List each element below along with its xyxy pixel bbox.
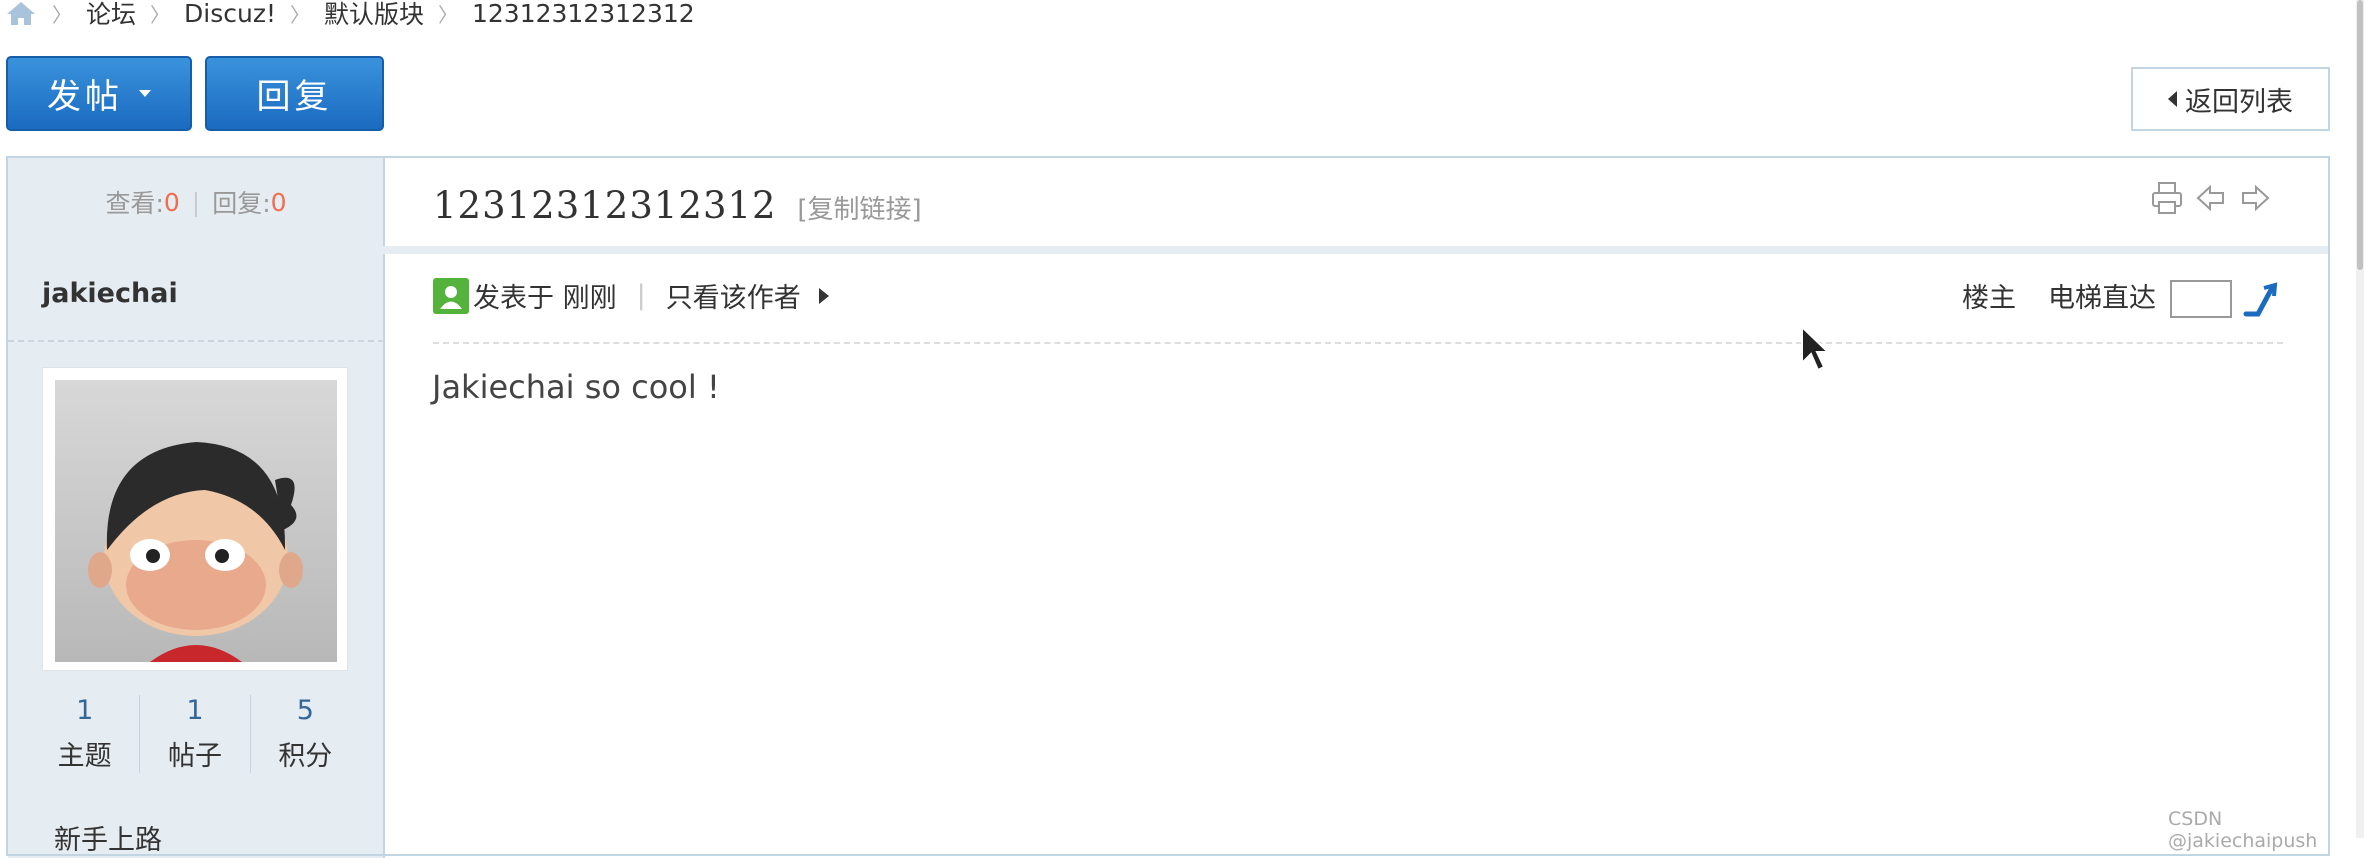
post-meta: 发表于 刚刚 | 只看该作者 bbox=[433, 276, 829, 315]
thread-title-row: 12312312312312 [复制链接] bbox=[433, 184, 922, 227]
breadcrumb-separator: 〉 bbox=[438, 2, 458, 27]
back-to-list-button[interactable]: 返回列表 bbox=[2131, 67, 2330, 131]
breadcrumb-thread[interactable]: 12312312312312 bbox=[472, 0, 695, 28]
thread-tools bbox=[2150, 180, 2272, 216]
print-icon[interactable] bbox=[2150, 180, 2184, 216]
mouse-cursor-icon bbox=[1800, 324, 1831, 373]
post-button-label: 发帖 bbox=[47, 77, 123, 117]
replies-count: 0 bbox=[270, 187, 287, 217]
arrow-right-icon bbox=[818, 287, 829, 304]
stats-divider: | bbox=[191, 187, 201, 217]
copy-link[interactable]: [复制链接] bbox=[797, 195, 921, 225]
elevator-input[interactable] bbox=[2170, 280, 2232, 318]
topics-label: 主题 bbox=[57, 741, 112, 772]
user-stat-topics[interactable]: 1 主题 bbox=[30, 695, 139, 773]
topics-count: 1 bbox=[76, 695, 94, 726]
floor-label: 楼主 bbox=[1962, 283, 2016, 314]
replies-label: 回复: bbox=[212, 189, 271, 218]
thread-stats: 查看: 0 | 回复: 0 bbox=[8, 158, 384, 246]
post-content: Jakiechai so cool ! bbox=[432, 368, 720, 406]
thread-title: 12312312312312 bbox=[433, 184, 777, 227]
next-thread-icon[interactable] bbox=[2238, 180, 2272, 216]
views-label: 查看: bbox=[105, 189, 164, 218]
post-button[interactable]: 发帖 bbox=[6, 56, 192, 131]
scrollbar-thumb[interactable] bbox=[2357, 0, 2363, 270]
posts-count: 1 bbox=[186, 695, 204, 726]
posts-label: 帖子 bbox=[167, 741, 222, 772]
arrow-left-icon bbox=[2168, 91, 2177, 107]
only-author-link[interactable]: 只看该作者 bbox=[666, 276, 801, 315]
post-dotted-divider bbox=[433, 342, 2283, 344]
online-user-icon bbox=[433, 277, 469, 314]
reply-button[interactable]: 回复 bbox=[205, 56, 384, 131]
breadcrumb-forum[interactable]: 论坛 bbox=[86, 0, 136, 31]
user-stat-credits[interactable]: 5 积分 bbox=[249, 695, 360, 773]
breadcrumb-discuz[interactable]: Discuz! bbox=[184, 0, 276, 28]
prev-thread-icon[interactable] bbox=[2194, 180, 2228, 216]
avatar-frame[interactable] bbox=[42, 367, 348, 671]
views-count: 0 bbox=[163, 187, 180, 217]
user-stats: 1 主题 1 帖子 5 积分 bbox=[30, 695, 360, 773]
header-band bbox=[8, 246, 2328, 254]
home-icon[interactable] bbox=[4, 0, 38, 26]
meta-divider: | bbox=[636, 280, 646, 311]
sidebar-divider bbox=[383, 158, 385, 858]
back-to-list-label: 返回列表 bbox=[2185, 86, 2293, 118]
avatar bbox=[55, 380, 337, 662]
watermark: CSDN @jakiechaipush bbox=[2168, 808, 2318, 852]
breadcrumb-separator: 〉 bbox=[52, 2, 72, 27]
go-floor-icon[interactable] bbox=[2242, 280, 2282, 320]
sidebar-dotted-divider bbox=[8, 340, 384, 342]
elevator-label: 电梯直达 bbox=[2048, 283, 2156, 314]
user-stat-posts[interactable]: 1 帖子 bbox=[139, 695, 249, 773]
chevron-down-icon bbox=[139, 90, 151, 97]
reply-button-label: 回复 bbox=[256, 77, 333, 117]
breadcrumb-board[interactable]: 默认版块 bbox=[324, 0, 424, 31]
credits-label: 积分 bbox=[278, 741, 333, 772]
author-name[interactable]: jakiechai bbox=[42, 278, 178, 309]
breadcrumb-separator: 〉 bbox=[289, 2, 310, 27]
breadcrumb: 〉 论坛 〉 Discuz! 〉 默认版块 〉 12312312312312 bbox=[4, 0, 695, 29]
credits-count: 5 bbox=[296, 695, 314, 726]
post-time: 发表于 刚刚 bbox=[473, 283, 617, 314]
breadcrumb-separator: 〉 bbox=[150, 2, 171, 27]
